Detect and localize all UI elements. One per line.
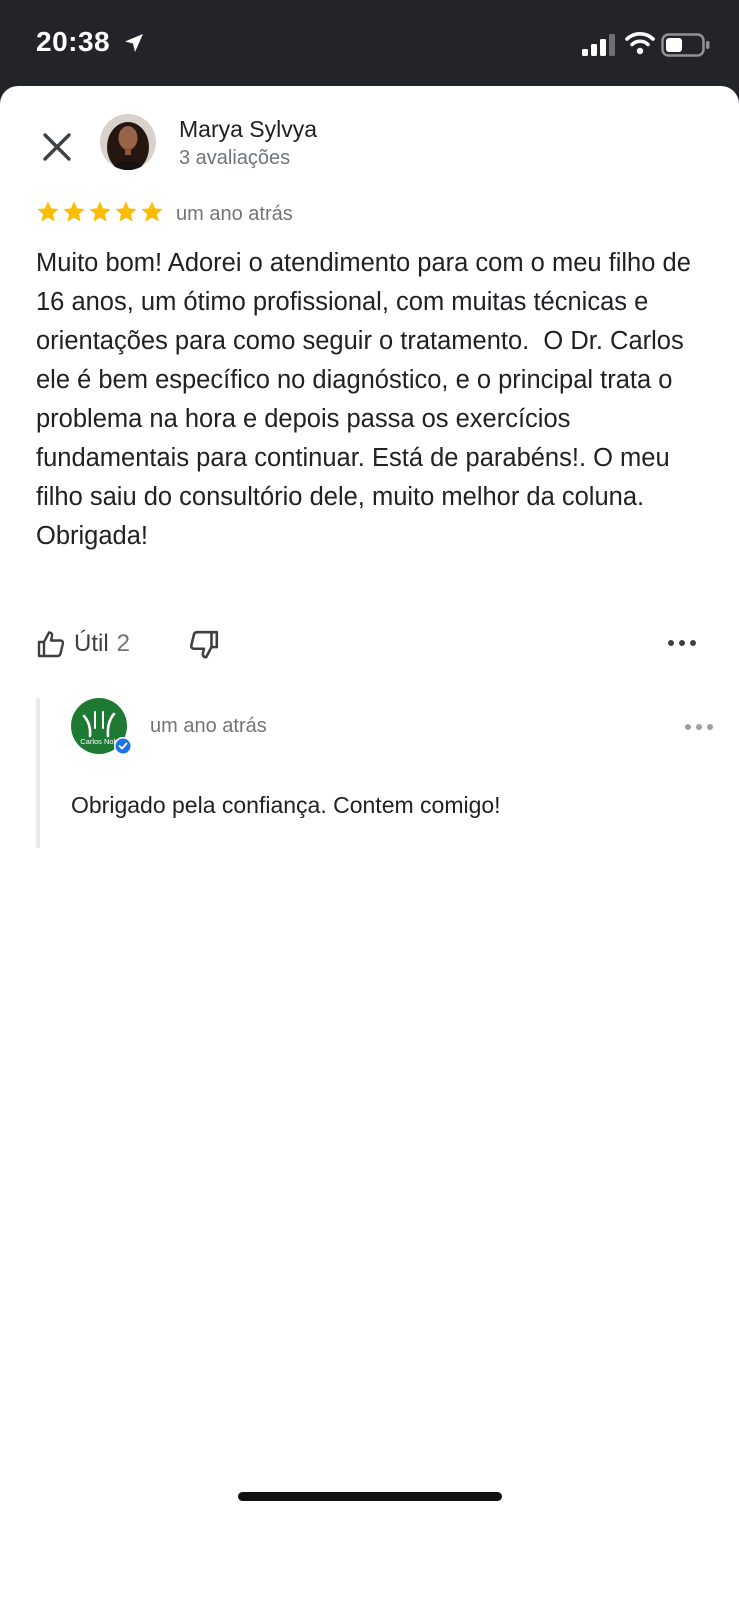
star-icon [141,201,163,222]
thumbs-up-icon [37,631,65,658]
status-time: 20:38 [36,26,111,57]
review-sheet: Marya Sylvya 3 avaliações um ano atrás M… [0,86,739,1600]
home-indicator[interactable] [238,1492,502,1501]
star-icon [115,201,137,222]
battery-icon [661,33,710,57]
helpful-button[interactable]: Útil 2 [36,626,130,662]
star-rating [36,200,164,226]
star-icon [63,201,85,222]
reviewer-name[interactable]: Marya Sylvya [179,116,317,143]
review-date: um ano atrás [176,203,293,225]
review-text: Muito bom! Adorei o atendimento para com… [36,249,698,550]
star-icon [37,201,59,222]
more-options-button[interactable] [666,636,698,650]
helpful-count: 2 [116,630,131,657]
cellular-signal-icon [582,34,615,56]
helpful-label: Útil [74,630,109,657]
owner-logo-text: Carlos Nob [80,737,118,746]
status-bar: 20:38 [0,0,739,88]
reply-more-options-button[interactable] [683,720,715,734]
thumbs-down-button[interactable] [188,629,220,661]
reviewer-avatar[interactable] [100,114,156,170]
star-icon [89,201,111,222]
reply-date: um ano atrás [150,715,267,737]
location-arrow-icon [125,34,143,52]
close-button[interactable] [34,124,80,170]
reviewer-review-count: 3 avaliações [179,147,291,169]
reviewer-photo [100,114,156,170]
reply-text: Obrigado pela confiança. Contem comigo! [71,792,501,818]
owner-reply: Carlos Nob um ano atrás Obrigado pela co… [36,698,720,848]
owner-logo-avatar[interactable]: Carlos Nob [71,698,133,760]
wifi-icon [625,32,655,55]
